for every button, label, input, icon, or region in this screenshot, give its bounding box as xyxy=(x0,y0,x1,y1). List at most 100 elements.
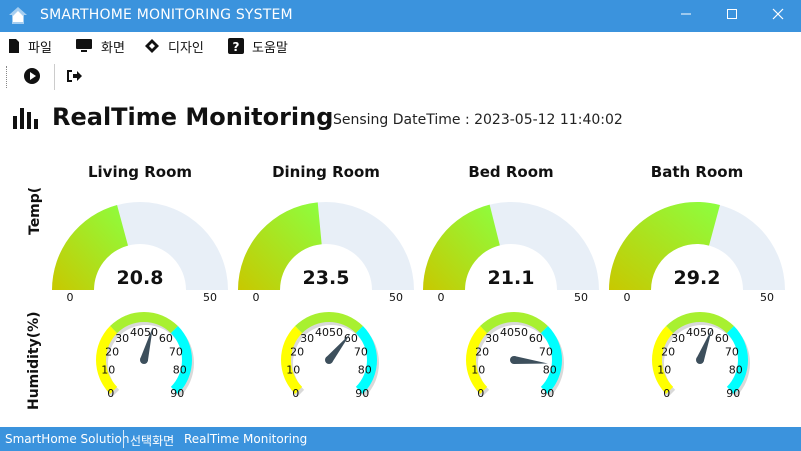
needle-hub xyxy=(696,356,704,364)
humidity-tick-label: 20 xyxy=(290,345,304,358)
status-app-name: SmartHome Solution xyxy=(5,432,130,446)
humidity-tick-label: 0 xyxy=(477,387,484,400)
humidity-gauge-dining: 0 10 20 30 4050 60 70 80 90 xyxy=(267,300,387,420)
humidity-tick-label: 90 xyxy=(540,387,554,400)
close-icon xyxy=(772,8,784,20)
humidity-gauge-svg: 0102030 4050 60708090 xyxy=(466,312,564,400)
menu-file[interactable]: 파일 xyxy=(8,36,52,56)
temp-max-label: 50 xyxy=(389,291,403,304)
start-button[interactable] xyxy=(22,66,44,88)
svg-text:?: ? xyxy=(233,40,240,54)
humidity-tick-label: 20 xyxy=(661,345,675,358)
menu-screen-label: 화면 xyxy=(101,40,125,56)
humidity-tick-label: 4050 xyxy=(500,326,528,339)
toolbar xyxy=(0,60,801,92)
toolbar-grip[interactable] xyxy=(6,66,9,88)
temp-value: 21.1 xyxy=(488,267,535,289)
temp-max-label: 50 xyxy=(203,291,217,304)
temp-gauge-svg: 21.1 0 50 xyxy=(423,202,599,304)
menu-file-label: 파일 xyxy=(28,40,52,56)
temp-gauge-svg: 29.2 0 50 xyxy=(609,202,785,304)
brush-icon xyxy=(145,39,159,53)
humidity-tick-label: 60 xyxy=(159,332,173,345)
humidity-tick-label: 90 xyxy=(726,387,740,400)
needle-hub xyxy=(325,356,333,364)
minimize-icon xyxy=(681,13,691,15)
temp-gauge-living: 20.8 0 50 xyxy=(50,198,230,306)
humidity-gauge-living: 0 10 20 30 4050 60 70 80 90 xyxy=(82,300,202,420)
humidity-tick-label: 90 xyxy=(170,387,184,400)
temp-max-label: 50 xyxy=(574,291,588,304)
menu-design[interactable]: 디자인 xyxy=(144,36,204,56)
status-separator xyxy=(123,430,124,448)
humidity-tick-label: 70 xyxy=(539,345,553,358)
status-bar: SmartHome Solution 선택화면 RealTime Monitor… xyxy=(0,427,801,451)
humidity-tick-label: 80 xyxy=(543,364,557,377)
humidity-tick-label: 80 xyxy=(173,364,187,377)
room-label-dining: Dining Room xyxy=(272,163,380,181)
sensing-datetime: Sensing DateTime : 2023-05-12 11:40:02 xyxy=(333,112,623,128)
temp-gauge-bed: 21.1 0 50 xyxy=(421,198,601,306)
temp-value: 23.5 xyxy=(303,267,350,289)
monitor-icon xyxy=(76,39,92,52)
humidity-tick-label: 10 xyxy=(471,364,485,377)
menu-screen[interactable]: 화면 xyxy=(75,36,125,56)
humidity-tick-label: 20 xyxy=(475,345,489,358)
window-title: SMARTHOME MONITORING SYSTEM xyxy=(40,7,293,23)
humidity-tick-label: 30 xyxy=(485,332,499,345)
humidity-tick-label: 4050 xyxy=(315,326,343,339)
temp-row-label: Temp( xyxy=(27,186,43,235)
sign-out-icon xyxy=(67,70,82,82)
minimize-button[interactable] xyxy=(663,0,709,32)
temp-gauge-bath: 29.2 0 50 xyxy=(607,198,787,306)
temp-gauge-svg: 23.5 0 50 xyxy=(238,202,414,304)
humidity-gauge-bath: 0 10 20 30 4050 60 70 80 90 xyxy=(638,300,758,420)
menu-design-label: 디자인 xyxy=(168,40,204,56)
help-icon: ? xyxy=(228,38,244,54)
humidity-tick-label: 90 xyxy=(355,387,369,400)
temp-value: 20.8 xyxy=(117,267,164,289)
humidity-tick-label: 70 xyxy=(725,345,739,358)
status-screen-label: 선택화면 xyxy=(130,434,175,448)
needle-hub xyxy=(510,356,518,364)
temp-min-label: 0 xyxy=(253,291,260,304)
status-screen-value: RealTime Monitoring xyxy=(184,432,308,446)
humidity-tick-label: 10 xyxy=(286,364,300,377)
humidity-tick-label: 80 xyxy=(729,364,743,377)
temp-value: 29.2 xyxy=(674,267,721,289)
app-home-icon xyxy=(9,7,27,24)
temp-max-label: 50 xyxy=(760,291,774,304)
temp-min-label: 0 xyxy=(67,291,74,304)
temp-gauge-svg: 20.8 0 50 xyxy=(52,202,228,304)
humidity-tick-label: 30 xyxy=(115,332,129,345)
humidity-row-label: Humidity(%) xyxy=(26,311,42,410)
bar-chart-icon xyxy=(13,108,38,129)
humidity-tick-label: 20 xyxy=(105,345,119,358)
humidity-gauge-svg: 0102030 4050 60708090 xyxy=(281,312,379,400)
humidity-gauge-svg: 0102030 4050 60708090 xyxy=(652,312,750,400)
menu-help-label: 도움말 xyxy=(252,40,288,56)
needle-hub xyxy=(140,356,148,364)
title-bar: SMARTHOME MONITORING SYSTEM xyxy=(0,0,801,32)
room-label-living: Living Room xyxy=(87,163,193,181)
maximize-button[interactable] xyxy=(709,0,755,32)
humidity-tick-label: 0 xyxy=(107,387,114,400)
close-button[interactable] xyxy=(755,0,801,32)
room-label-bed: Bed Room xyxy=(468,163,554,181)
humidity-tick-label: 70 xyxy=(354,345,368,358)
temp-min-label: 0 xyxy=(624,291,631,304)
menu-help[interactable]: ? 도움말 xyxy=(228,36,288,56)
humidity-tick-label: 30 xyxy=(671,332,685,345)
menu-bar: 파일 화면 디자인 ? 도움말 xyxy=(0,32,801,58)
humidity-gauge-bed: 0 10 20 30 4050 60 70 80 90 xyxy=(452,300,572,420)
room-label-bath: Bath Room xyxy=(650,163,744,181)
humidity-tick-label: 80 xyxy=(358,364,372,377)
maximize-icon xyxy=(727,9,737,19)
humidity-tick-label: 10 xyxy=(101,364,115,377)
file-icon xyxy=(9,39,19,53)
humidity-tick-label: 0 xyxy=(292,387,299,400)
toolbar-separator xyxy=(54,64,55,90)
temp-gauge-dining: 23.5 0 50 xyxy=(236,198,416,306)
humidity-tick-label: 70 xyxy=(169,345,183,358)
exit-button[interactable] xyxy=(64,66,86,88)
